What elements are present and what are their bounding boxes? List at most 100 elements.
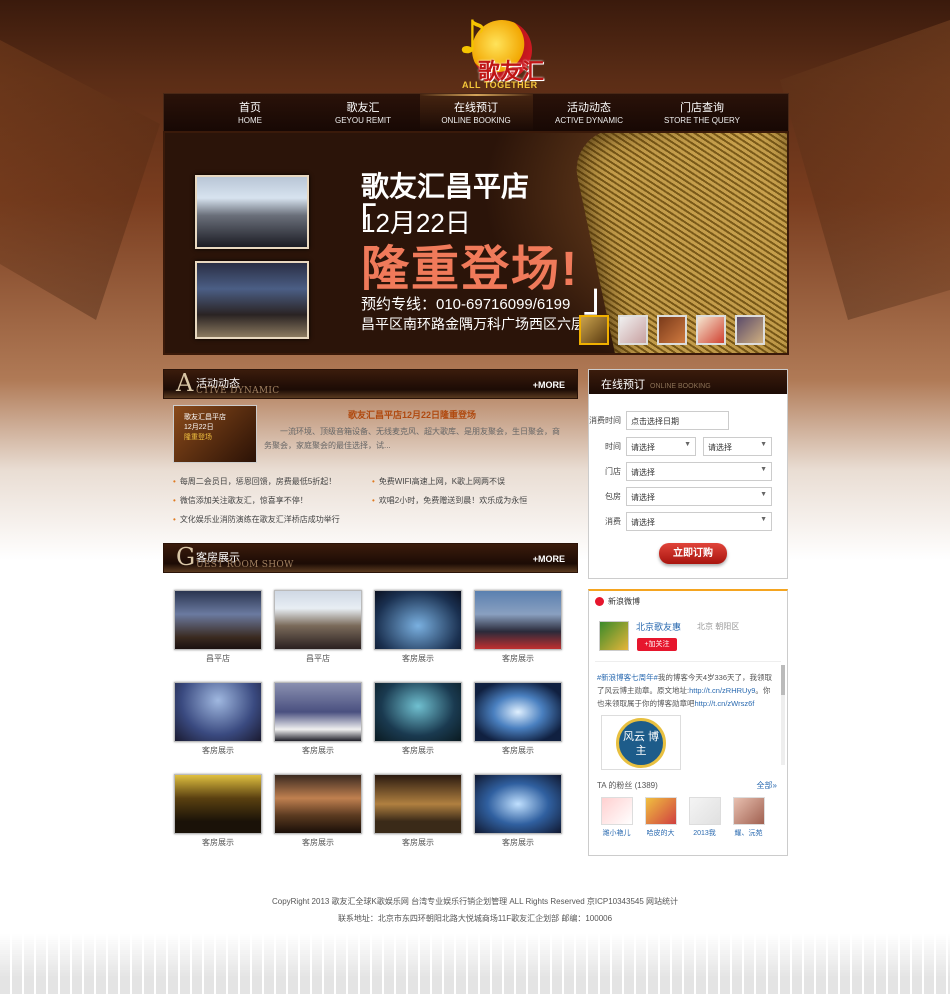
activity-image-text: 歌友汇昌平店	[184, 414, 226, 421]
scrollbar-thumb[interactable]	[781, 665, 785, 695]
room-card[interactable]: 客房展示	[274, 774, 362, 848]
nav-home[interactable]: 首页 HOME	[194, 94, 307, 132]
nav-store-query[interactable]: 门店查询 STORE THE QUERY	[646, 94, 759, 132]
news-item[interactable]: 文化娱乐业消防演练在歌友汇洋桥店成功举行	[173, 514, 340, 525]
room-card[interactable]: 客房展示	[374, 774, 462, 848]
chevron-down-icon: ▼	[684, 441, 691, 448]
room-card[interactable]: 客房展示	[474, 774, 562, 848]
room-card[interactable]: 昌平店	[174, 590, 262, 664]
room-photo	[274, 682, 362, 742]
room-photo	[274, 774, 362, 834]
post-scrollbar[interactable]	[781, 665, 785, 765]
room-card[interactable]: 客房展示	[474, 682, 562, 756]
fan-item[interactable]: 2013我	[687, 797, 722, 838]
nav-active-dynamic[interactable]: 活动动态 ACTIVE DYNAMIC	[533, 94, 646, 132]
activity-title-link[interactable]: 歌友汇昌平店12月22日隆重登场	[262, 408, 562, 421]
all-fans-link[interactable]: 全部»	[757, 780, 777, 791]
banner-thumb[interactable]	[579, 315, 609, 345]
activity-image-text: 隆重登场	[184, 434, 212, 441]
fan-item[interactable]: 潍小艳儿	[599, 797, 634, 838]
fan-item[interactable]: 哈皮的大	[643, 797, 678, 838]
time-start-select[interactable]: 请选择 ▼	[626, 437, 696, 456]
consumption-select[interactable]: 请选择 ▼	[626, 512, 772, 531]
booking-label: 消费时间	[589, 416, 621, 425]
room-gallery: 昌平店 昌平店 客房展示 客房展示 客房展示 客房展示 客房展示 客房展示 客房…	[163, 590, 578, 848]
news-item[interactable]: 免费WIFI高速上网，K歌上网两不误	[372, 476, 505, 487]
banner-thumb[interactable]	[618, 315, 648, 345]
activity-image[interactable]: 歌友汇昌平店 12月22日 隆重登场	[173, 405, 257, 463]
weibo-avatar[interactable]	[599, 621, 629, 651]
chevron-down-icon: ▼	[760, 441, 767, 448]
news-item[interactable]: 每周二会员日，惩恩回馈，房费最低5折起！	[173, 476, 336, 487]
room-card[interactable]: 客房展示	[374, 682, 462, 756]
follow-button[interactable]: +加关注	[637, 638, 677, 651]
banner-thumb[interactable]	[735, 315, 765, 345]
booking-title-en: ONLINE BOOKING	[650, 383, 711, 390]
divider	[595, 661, 781, 662]
chevron-down-icon: ▼	[760, 516, 767, 523]
banner-phone: 预约专线：010-69716099/6199	[361, 296, 571, 313]
banner-thumbnails	[579, 315, 765, 345]
rooms-more-link[interactable]: +MORE	[533, 554, 565, 564]
room-caption: 客房展示	[402, 838, 434, 847]
booking-title: 在线预订	[601, 379, 645, 391]
equalizer-decoration	[0, 934, 950, 994]
time-end-select[interactable]: 请选择 ▼	[703, 437, 772, 456]
store-select[interactable]: 请选择 ▼	[626, 462, 772, 481]
room-caption: 昌平店	[206, 654, 230, 663]
booking-header: 在线预订 ONLINE BOOKING	[589, 370, 787, 394]
order-now-button[interactable]: 立即订购	[659, 543, 727, 564]
fan-name: 2013我	[693, 830, 716, 837]
news-item[interactable]: 欢唱2小时，免费赠送到晨！欢乐成为永恒	[372, 495, 527, 506]
weibo-brand-label: 新浪微博	[608, 597, 640, 606]
room-caption: 客房展示	[202, 838, 234, 847]
fan-avatar	[600, 797, 633, 825]
room-card[interactable]: 客房展示	[174, 682, 262, 756]
room-photo	[374, 590, 462, 650]
blogger-badge-image: 风云 博主	[601, 715, 681, 770]
footer-address: 联系地址：北京市东四环朝阳北路大悦城商场11F歌友汇企划部 邮编：100006	[337, 914, 613, 923]
room-card[interactable]: 客房展示	[174, 774, 262, 848]
date-picker-input[interactable]: 点击选择日期	[626, 411, 729, 430]
room-caption: 客房展示	[402, 654, 434, 663]
footer-copyright: CopyRight 2013 歌友汇全球K歌娱乐网 台湾专业娱乐行销企划管理 A…	[271, 897, 679, 906]
banner-photo-room1	[195, 175, 309, 249]
weibo-account-name[interactable]: 北京歌友惠	[636, 620, 681, 633]
room-photo	[474, 682, 562, 742]
select-value: 请选择	[631, 518, 655, 527]
banner-title: 歌友汇昌平店	[361, 171, 530, 202]
room-card[interactable]: 客房展示	[474, 590, 562, 664]
room-card[interactable]: 昌平店	[274, 590, 362, 664]
banner-thumb[interactable]	[696, 315, 726, 345]
post-topic-link[interactable]: #新浪博客七周年#	[597, 673, 658, 682]
banner-thumb[interactable]	[657, 315, 687, 345]
activity-image-text: 12月22日	[184, 424, 214, 431]
hero-banner[interactable]: 「 」 歌友汇昌平店 12月22日 隆重登场! 预约专线：010-6971609…	[163, 131, 789, 355]
fan-item[interactable]: 耀、沅苑	[731, 797, 766, 838]
select-value: 请选择	[631, 468, 655, 477]
select-value: 请选择	[708, 443, 732, 452]
fan-name: 耀、沅苑	[734, 830, 763, 837]
weibo-post: #新浪博客七周年#我的博客今天4岁336天了，我领取了风云博主勋章。原文地址:h…	[597, 671, 777, 710]
room-card[interactable]: 客房展示	[274, 682, 362, 756]
site-logo[interactable]: ♪ 歌友汇 ALL TOGETHER	[448, 14, 548, 94]
room-photo	[274, 590, 362, 650]
banner-photo-room2	[195, 261, 309, 339]
nav-geyou[interactable]: 歌友汇 GEYOU REMIT	[307, 94, 420, 132]
activity-more-link[interactable]: +MORE	[533, 380, 565, 390]
room-card[interactable]: 客房展示	[374, 590, 462, 664]
banner-slogan: 隆重登场!	[361, 243, 579, 296]
room-caption: 客房展示	[502, 746, 534, 755]
weibo-brand: 新浪微博	[595, 596, 640, 607]
fan-name: 哈皮的大	[646, 830, 675, 837]
room-photo	[174, 774, 262, 834]
news-item[interactable]: 微信添加关注歌友汇，惊喜享不停！	[173, 495, 308, 506]
activity-letter: A	[176, 369, 194, 397]
chevron-down-icon: ▼	[760, 491, 767, 498]
rooms-section-header: G 客房展示 UEST ROOM SHOW +MORE	[163, 543, 578, 573]
post-link[interactable]: http://t.cn/zRHRUy9	[689, 686, 755, 695]
room-select[interactable]: 请选择 ▼	[626, 487, 772, 506]
post-link[interactable]: http://t.cn/zWrsz6f	[695, 699, 755, 708]
nav-online-booking[interactable]: 在线预订 ONLINE BOOKING	[419, 94, 533, 132]
room-caption: 昌平店	[306, 654, 330, 663]
